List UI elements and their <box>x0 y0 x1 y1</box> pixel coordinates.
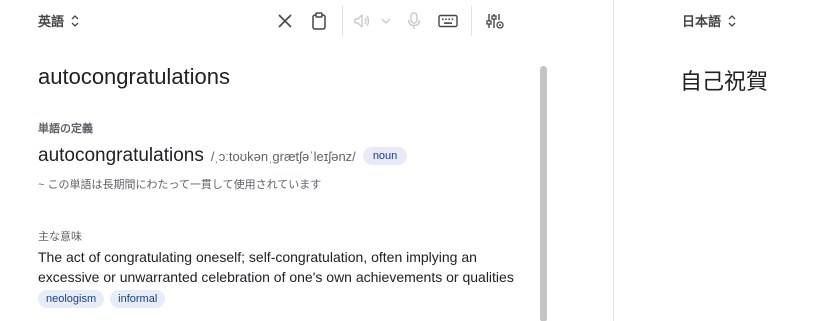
close-icon <box>278 14 292 28</box>
paste-button[interactable] <box>302 6 336 36</box>
chevron-down-icon <box>381 18 391 24</box>
keyboard-icon <box>438 14 458 28</box>
source-pane: 英語 autocongratulations 単語の定義 autocongrat… <box>0 0 613 321</box>
scrollbar[interactable] <box>540 66 547 321</box>
meaning-text: The act of congratulating oneself; self-… <box>38 249 514 285</box>
keyboard-button[interactable] <box>431 6 465 36</box>
source-toolbar <box>268 6 512 36</box>
listen-button[interactable] <box>349 6 375 36</box>
part-of-speech-chip: noun <box>362 147 408 165</box>
pronunciation: /ˌɔːtoʊkənˌɡrætʃəˈleɪʃənz/ <box>210 149 356 164</box>
target-language-select[interactable]: 日本語 <box>682 11 737 30</box>
definition-section-title: 単語の定義 <box>38 123 93 135</box>
translation-text: 自己祝賀 <box>680 70 769 95</box>
meaning-section-title: 主な意味 <box>38 231 82 243</box>
tag-chip[interactable]: neologism <box>38 290 105 308</box>
target-pane: 日本語 自己祝賀 <box>614 0 821 321</box>
target-language-label: 日本語 <box>682 14 722 29</box>
chevron-up-down-icon <box>728 14 736 27</box>
speaker-icon <box>354 14 370 28</box>
voice-options-button[interactable] <box>375 6 397 36</box>
toolbar-divider <box>471 6 472 36</box>
source-text[interactable]: autocongratulations <box>38 64 230 90</box>
voice-input-button[interactable] <box>397 6 431 36</box>
tag-list: neologism informal <box>38 290 166 308</box>
clear-button[interactable] <box>268 6 302 36</box>
clipboard-icon <box>312 12 326 30</box>
definition-headword-row: autocongratulations /ˌɔːtoʊkənˌɡrætʃəˈle… <box>38 145 408 167</box>
toolbar-divider <box>342 6 343 36</box>
usage-note: ~ この単語は長期間にわたって一貫して使用されています <box>38 179 322 191</box>
chevron-up-down-icon <box>71 14 79 27</box>
headword: autocongratulations <box>38 145 204 166</box>
source-language-label: 英語 <box>38 14 65 29</box>
tag-chip[interactable]: informal <box>110 290 166 308</box>
source-language-select[interactable]: 英語 <box>38 11 80 30</box>
settings-button[interactable] <box>478 6 512 36</box>
microphone-icon <box>407 12 421 29</box>
settings-icon <box>486 14 504 29</box>
